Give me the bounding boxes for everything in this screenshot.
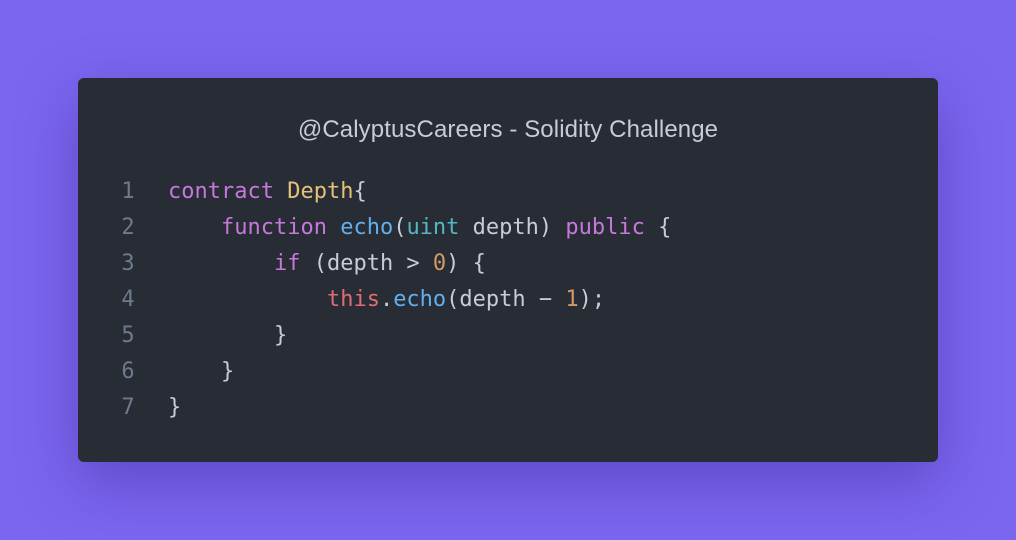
code-token: ( [393, 215, 407, 240]
code-token: } [168, 359, 235, 384]
code-token: } [168, 323, 288, 348]
line-code: function echo(uint depth) public { [168, 210, 671, 246]
code-token: public [565, 215, 645, 240]
code-token: { [353, 179, 367, 204]
code-token: (depth − [446, 287, 566, 312]
code-token: Depth [287, 179, 354, 204]
code-token: 0 [432, 251, 447, 276]
code-token: (depth > [300, 251, 433, 276]
line-number: 4 [121, 287, 135, 312]
code-token: this [326, 287, 380, 312]
code-token: depth) [459, 215, 566, 240]
line-number: 1 [121, 179, 135, 204]
line-code: this.echo(depth − 1); [168, 282, 605, 318]
line-number: 5 [121, 323, 135, 348]
code-token: . [379, 287, 394, 312]
code-token: } [168, 395, 182, 420]
line-number: 6 [121, 359, 135, 384]
code-token: echo [393, 287, 447, 312]
line-code: } [168, 390, 181, 426]
code-token: contract [168, 179, 274, 204]
line-code: contract Depth{ [168, 174, 367, 210]
line-number: 2 [121, 215, 135, 240]
code-token: function [220, 215, 327, 240]
code-token: echo [340, 215, 394, 240]
code-token: 1 [565, 287, 579, 312]
code-token: ) { [446, 251, 486, 276]
code-token: uint [406, 215, 460, 240]
line-code: } [168, 318, 287, 354]
line-number: 3 [121, 251, 135, 276]
code-window: @CalyptusCareers - Solidity Challenge 1 c… [78, 78, 938, 462]
code-token: if [273, 251, 301, 276]
line-code: } [168, 354, 234, 390]
line-number: 7 [121, 395, 135, 420]
code-token: { [644, 215, 672, 240]
code-title: @CalyptusCareers - Solidity Challenge [297, 116, 719, 143]
line-code: if (depth > 0) { [168, 246, 486, 282]
code-token: ); [578, 287, 606, 312]
